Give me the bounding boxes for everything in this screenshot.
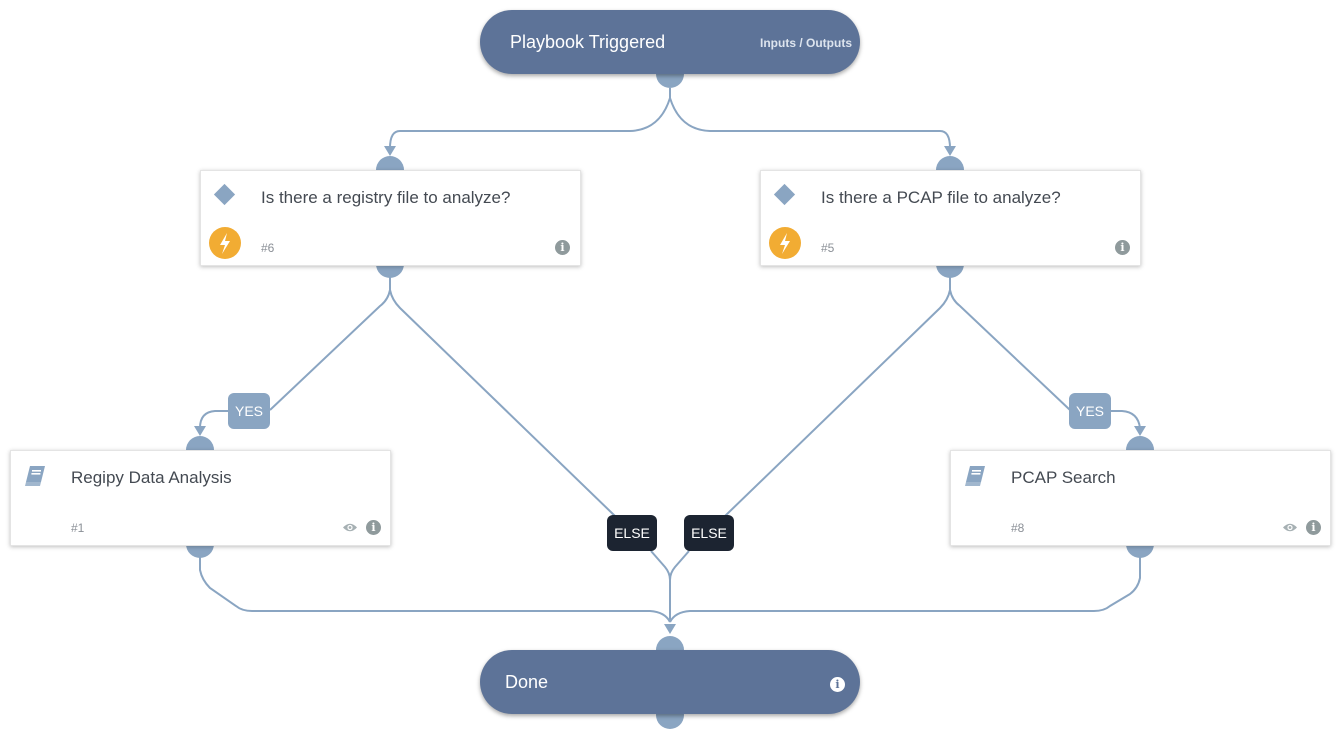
book-icon [25,466,45,486]
eye-icon[interactable] [1282,522,1298,533]
arrow-task-8 [1134,426,1146,436]
task-id: #8 [1011,521,1025,535]
task-card-6[interactable]: Is there a registry file to analyze? #6 … [200,170,581,266]
else-label-right[interactable]: ELSE [684,515,734,551]
info-icon[interactable]: i [1115,240,1130,255]
info-icon[interactable]: i [830,677,845,692]
diamond-icon [773,183,796,206]
arrow-done [664,624,676,634]
else-label-left[interactable]: ELSE [607,515,657,551]
edge-task-8-to-done [669,555,1141,623]
task-id: #5 [821,241,835,255]
task-card-1[interactable]: Regipy Data Analysis #1 i [10,450,391,546]
task-card-8[interactable]: PCAP Search #8 i [950,450,1331,546]
yes-label-left[interactable]: YES [228,393,270,429]
end-node-title: Done [505,672,549,692]
edge-task-5-yes [949,276,1071,411]
start-node[interactable]: Playbook Triggered Inputs / Outputs [480,10,860,74]
diamond-icon [213,183,236,206]
bolt-icon [209,227,241,259]
edge-task-6-yes [269,276,391,411]
info-icon[interactable]: i [1306,520,1321,535]
edge-yes-to-task-8 [1111,410,1141,429]
edge-start-to-task-6 [389,88,671,149]
info-icon[interactable]: i [555,240,570,255]
task-card-5[interactable]: Is there a PCAP file to analyze? #5 i [760,170,1141,266]
bolt-icon [769,227,801,259]
book-icon [965,466,985,486]
task-title: PCAP Search [1011,468,1116,487]
edge-task-6-else [389,289,616,517]
info-icon[interactable]: i [366,520,381,535]
arrow-task-5 [944,146,956,156]
yes-label-right[interactable]: YES [1069,393,1111,429]
end-node[interactable]: Done i [480,650,860,714]
edges-layer [194,88,1146,634]
edge-start-to-task-5 [669,97,951,149]
edge-task-5-else [724,289,951,517]
task-id: #6 [261,241,275,255]
arrow-task-1 [194,426,206,436]
task-title: Is there a PCAP file to analyze? [821,188,1061,207]
start-node-title: Playbook Triggered [510,32,666,52]
inputs-outputs-link[interactable]: Inputs / Outputs [760,36,852,50]
task-title: Is there a registry file to analyze? [261,188,511,207]
edge-yes-to-task-1 [199,410,228,429]
task-title: Regipy Data Analysis [71,468,232,487]
edge-task-1-to-done [199,555,671,623]
arrow-task-6 [384,146,396,156]
edge-else-left-to-done [650,550,671,581]
task-id: #1 [71,521,85,535]
eye-icon[interactable] [342,522,358,533]
